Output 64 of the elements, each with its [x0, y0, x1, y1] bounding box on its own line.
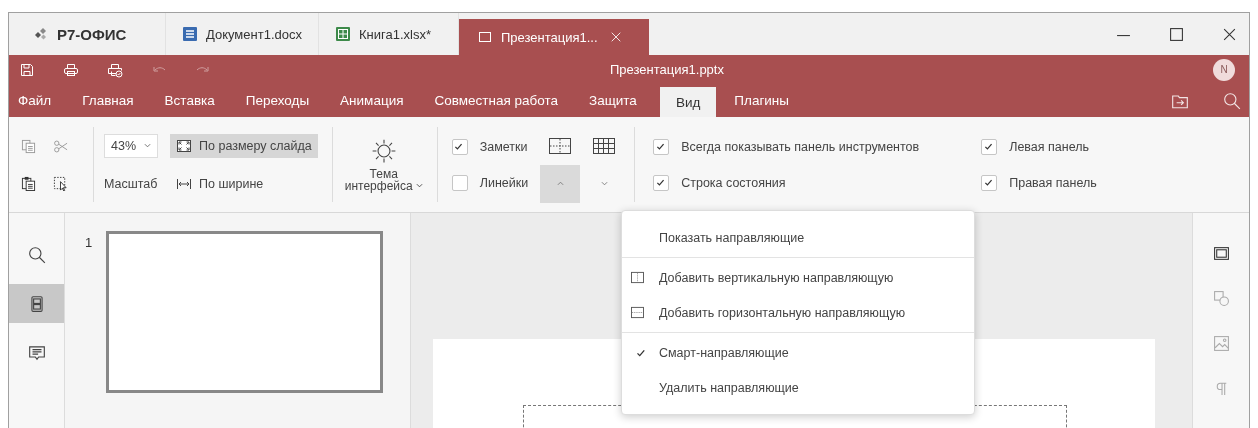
menu-tab[interactable]: Переходы: [237, 84, 318, 117]
search-icon[interactable]: [1223, 91, 1241, 110]
check-icon: [655, 141, 667, 152]
checkbox-label: Всегда показывать панель инструментов: [681, 139, 920, 154]
menu-tab[interactable]: Защита: [581, 84, 645, 117]
menu-item[interactable]: Показать направляющие: [622, 220, 974, 255]
caret-down-icon: [415, 183, 423, 188]
guides-icon[interactable]: [548, 135, 573, 156]
sun-icon: [370, 137, 397, 164]
check-icon: [655, 177, 667, 188]
document-title: Презентация1.pptx: [609, 62, 725, 77]
select-all-icon[interactable]: [53, 175, 68, 191]
comment-icon[interactable]: [27, 343, 46, 362]
caret-down-icon: [600, 181, 608, 186]
caret-up-icon: [556, 181, 564, 186]
menu-tab[interactable]: Главная: [74, 84, 142, 117]
gridlines-icon[interactable]: [592, 135, 617, 156]
checkbox[interactable]: [451, 138, 468, 155]
search-icon[interactable]: [27, 245, 46, 264]
menu-item[interactable]: Добавить вертикальную направляющую: [622, 260, 974, 295]
check-icon: [983, 141, 995, 152]
document-icon: [182, 26, 198, 42]
checkbox-label: Заметки: [479, 139, 528, 154]
checkbox[interactable]: [653, 174, 670, 191]
vertical-guide-icon: [630, 271, 645, 284]
maximize-icon[interactable]: [1169, 26, 1184, 42]
slide-thumbnail[interactable]: [106, 231, 384, 393]
menu-tab[interactable]: Вид: [659, 87, 717, 117]
clipboard-icon[interactable]: [21, 175, 36, 191]
checkbox-label: Правая панель: [1009, 175, 1097, 190]
slide-settings-icon[interactable]: [1212, 245, 1230, 262]
close-icon[interactable]: [609, 31, 622, 43]
checkbox-label: Строка состояния: [681, 175, 786, 190]
fit-width-button[interactable]: По ширине: [170, 171, 318, 196]
menu-tab[interactable]: Вставка: [156, 84, 223, 117]
fit-slide-button[interactable]: По размеру слайда: [170, 133, 318, 158]
menu-item[interactable]: Добавить горизонтальную направляющую: [622, 295, 974, 330]
document-tab[interactable]: Презентация1...: [459, 19, 649, 55]
checkbox[interactable]: [653, 138, 670, 155]
printer-icon[interactable]: [63, 61, 79, 78]
check-icon: [983, 177, 995, 188]
close-icon[interactable]: [1222, 26, 1237, 42]
menu-item[interactable]: Смарт-направляющие: [622, 335, 974, 370]
checkbox-label: Линейки: [479, 175, 529, 190]
user-avatar[interactable]: N: [1213, 58, 1235, 81]
checkbox[interactable]: [981, 174, 998, 191]
slide-number: 1: [85, 235, 93, 250]
fit-slide-icon: [176, 137, 193, 154]
menu-item[interactable]: Удалить направляющие: [622, 370, 974, 405]
caret-down-icon: [144, 143, 152, 148]
interface-theme-button[interactable]: Тема интерфейса: [344, 137, 423, 192]
zoom-dropdown[interactable]: 43%: [104, 133, 159, 158]
zoom-label: Масштаб: [104, 176, 159, 191]
menu-tab[interactable]: Файл: [10, 84, 60, 117]
menu-tab[interactable]: Совместная работа: [426, 84, 566, 117]
printer-check-icon[interactable]: [107, 61, 123, 78]
menu-tab[interactable]: Плагины: [726, 84, 798, 117]
presentation-icon: [477, 29, 493, 45]
horizontal-guide-icon: [630, 306, 645, 319]
checkbox[interactable]: [981, 138, 998, 155]
checkbox[interactable]: [451, 174, 468, 191]
menu-tab[interactable]: Анимация: [332, 84, 412, 117]
checkbox-label: Левая панель: [1009, 139, 1090, 154]
spreadsheet-icon: [335, 26, 351, 42]
